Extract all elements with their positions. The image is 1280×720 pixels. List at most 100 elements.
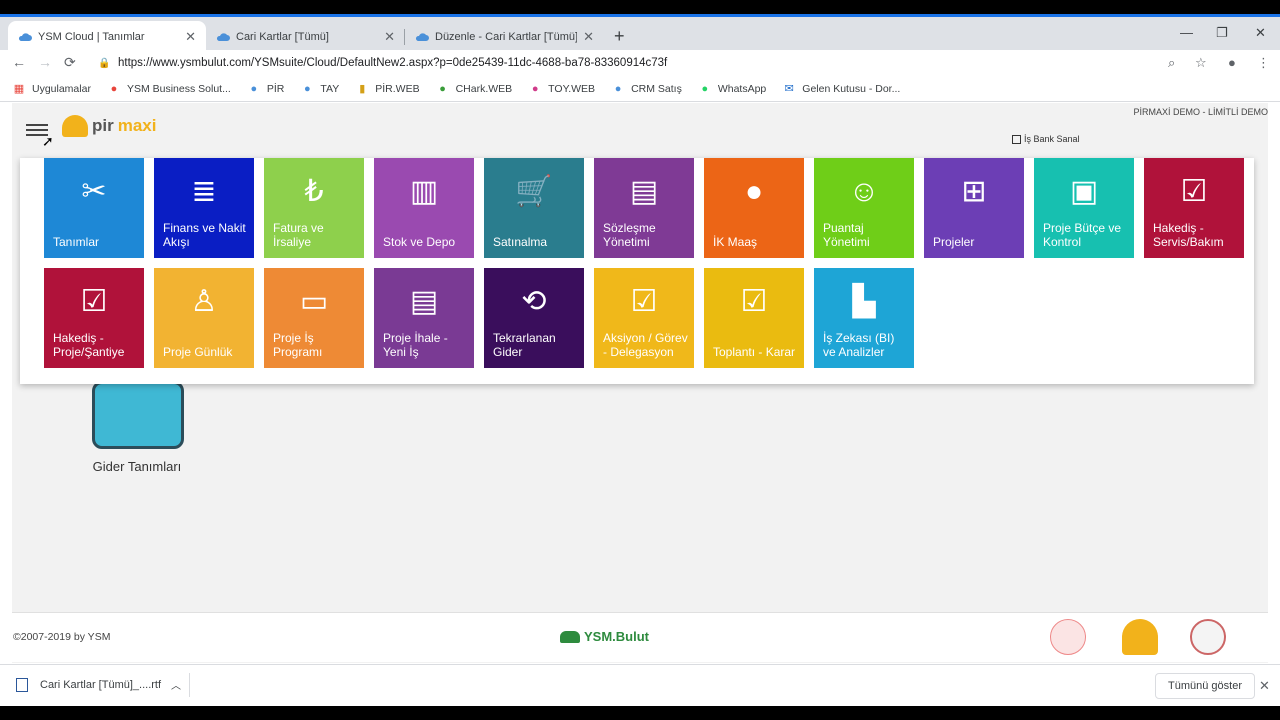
ysm-bulut-logo: YSM.Bulut	[560, 629, 649, 644]
tile-hakediş-proje-şantiye[interactable]: ☑ Hakediş - Proje/Şantiye	[44, 268, 144, 368]
download-item[interactable]: Cari Kartlar [Tümü]_....rtf ︿	[16, 677, 181, 692]
minimize-button[interactable]: —	[1180, 25, 1193, 40]
url-text: https://www.ysmbulut.com/YSMsuite/Cloud/…	[118, 57, 668, 69]
cloud-icon	[415, 30, 429, 44]
close-icon[interactable]: ✕	[583, 29, 594, 45]
kobipirin-logo	[1050, 619, 1086, 655]
tab-strip: YSM Cloud | Tanımlar ✕ Cari Kartlar [Tüm…	[0, 14, 1280, 53]
close-window-button[interactable]: ✕	[1255, 25, 1266, 41]
tab-cari-kartlar[interactable]: Cari Kartlar [Tümü] ✕	[206, 21, 405, 53]
new-tab-button[interactable]: +	[614, 27, 625, 45]
cart-icon: 🛒	[515, 175, 553, 208]
worker-icon: ♙	[190, 285, 218, 318]
pir-hardhat-logo	[1122, 619, 1158, 655]
restore-button[interactable]: ❐	[1216, 25, 1228, 41]
ysm-brand-text: YSM.Bulut	[584, 629, 649, 644]
clipboard-icon: ☑	[1180, 175, 1208, 208]
tile-sözleşme-yönetimi[interactable]: ▤ Sözleşme Yönetimi	[594, 158, 694, 258]
bookmark-item[interactable]: ● CHark.WEB	[436, 82, 513, 96]
star-icon[interactable]: ☆	[1195, 55, 1207, 71]
tile-label: Projeler	[933, 235, 975, 249]
tile-i-k-maaş[interactable]: ● İK Maaş	[704, 158, 804, 258]
bookmark-item[interactable]: ● CRM Satış	[611, 82, 682, 96]
address-bar[interactable]: 🔒 https://www.ysmbulut.com/YSMsuite/Clou…	[92, 52, 1216, 74]
bookmark-label: PİR	[266, 82, 285, 95]
bookmark-item[interactable]: ● YSM Business Solut...	[107, 82, 231, 96]
bookmark-item[interactable]: ● WhatsApp	[698, 82, 767, 96]
bookmark-label: WhatsApp	[717, 82, 767, 95]
tab-duzenle-cari-kartlar[interactable]: Düzenle - Cari Kartlar [Tümü] ✕	[405, 21, 604, 53]
bank-icon	[1012, 134, 1021, 144]
mouse-cursor-icon: ➚	[42, 133, 54, 149]
team-icon: ☺	[848, 175, 880, 208]
close-download-bar-icon[interactable]: ✕	[1259, 678, 1270, 694]
tools-icon: ✂	[81, 175, 107, 208]
module-menu-popup: ✂ Tanımlar ≣ Finans ve Nakit Akışı ₺ Fatura v…	[20, 158, 1254, 384]
tab-ysm-cloud[interactable]: YSM Cloud | Tanımlar ✕	[8, 21, 206, 53]
lock-icon: ▮	[359, 83, 366, 95]
bar-chart-icon: ▙	[852, 285, 876, 318]
tile-hakediş-servis-bakım[interactable]: ☑ Hakediş - Servis/Bakım	[1144, 158, 1244, 258]
reload-icon[interactable]: ⟳	[64, 54, 76, 71]
whatsapp-icon: ●	[701, 82, 709, 95]
hardhat-icon	[62, 115, 88, 137]
tile-label: Tekrarlanan Gider	[493, 331, 556, 359]
tile-label: Proje Günlük	[163, 345, 233, 359]
cloud-icon	[560, 630, 580, 643]
bookmark-item[interactable]: ● TAY	[300, 82, 339, 96]
cloud-icon	[216, 30, 230, 44]
tile-label: Sözleşme Yönetimi	[603, 221, 656, 249]
chevron-up-icon[interactable]: ︿	[171, 677, 181, 692]
gider-tanimlari-icon[interactable]	[92, 381, 184, 449]
tile-satınalma[interactable]: 🛒 Satınalma	[484, 158, 584, 258]
tile-proje-günlük[interactable]: ♙ Proje Günlük	[154, 268, 254, 368]
tile-tanımlar[interactable]: ✂ Tanımlar	[44, 158, 144, 258]
page-footer: ©2007-2019 by YSM YSM.Bulut	[12, 612, 1268, 662]
logo-text-pir: pir	[92, 116, 114, 135]
bookmark-label: CHark.WEB	[455, 82, 513, 95]
zoom-icon[interactable]: ⌕	[1168, 55, 1175, 71]
close-icon[interactable]: ✕	[384, 29, 395, 45]
tile-puantaj-yönetimi[interactable]: ☺ Puantaj Yönetimi	[814, 158, 914, 258]
bookmark-item[interactable]: ▮ PİR.WEB	[355, 82, 419, 96]
bookmark-item[interactable]: ● TOY.WEB	[528, 82, 595, 96]
show-all-button[interactable]: Tümünü göster	[1155, 673, 1255, 699]
tile-fatura-ve-i-rsaliye[interactable]: ₺ Fatura ve İrsaliye	[264, 158, 364, 258]
bookmark-label: Uygulamalar	[32, 82, 91, 95]
browser-window: YSM Cloud | Tanımlar ✕ Cari Kartlar [Tüm…	[0, 14, 1280, 706]
tile-stok-ve-depo[interactable]: ▥ Stok ve Depo	[374, 158, 474, 258]
kebab-menu-icon[interactable]: ⋮	[1257, 55, 1270, 71]
demo-label: PİRMAXİ DEMO - LİMİTLİ DEMO	[1133, 107, 1268, 117]
clipboard-icon: ☑	[80, 285, 108, 318]
bookmark-item[interactable]: ✉ Gelen Kutusu - Dor...	[782, 82, 901, 96]
tile-tekrarlanan-gider[interactable]: ⟲ Tekrarlanan Gider	[484, 268, 584, 368]
tile-label: Aksiyon / Görev - Delegasyon	[603, 331, 688, 359]
gider-tanimlari-label[interactable]: Gider Tanımları	[72, 459, 202, 474]
tile-aksiyon-görev-delegasyon[interactable]: ☑ Aksiyon / Görev - Delegasyon	[594, 268, 694, 368]
tile-label: Satınalma	[493, 235, 548, 249]
cloud-icon: ●	[304, 82, 311, 95]
tab-label: Düzenle - Cari Kartlar [Tümü]	[435, 31, 578, 43]
tile-proje-bütçe-ve-kontrol[interactable]: ▣ Proje Bütçe ve Kontrol	[1034, 158, 1134, 258]
tile-label: Hakediş - Proje/Şantiye	[53, 331, 125, 359]
tile-proje-i-hale-yeni-i-ş[interactable]: ▤ Proje İhale - Yeni İş	[374, 268, 474, 368]
bookmark-item[interactable]: ▦ Uygulamalar	[12, 82, 91, 96]
task-icon: ☑	[630, 285, 658, 318]
tile-finans-ve-nakit-akışı[interactable]: ≣ Finans ve Nakit Akışı	[154, 158, 254, 258]
contract-icon: ▤	[629, 175, 659, 208]
tile-toplantı-karar[interactable]: ☑ Toplantı - Karar	[704, 268, 804, 368]
tab-label: Cari Kartlar [Tümü]	[236, 31, 329, 43]
account-icon[interactable]: ●	[1228, 55, 1236, 70]
tab-label: YSM Cloud | Tanımlar	[38, 31, 145, 43]
forward-arrow-icon[interactable]: →	[38, 54, 52, 70]
close-icon[interactable]: ✕	[185, 29, 196, 45]
back-arrow-icon[interactable]: ←	[12, 54, 26, 70]
tile-projeler[interactable]: ⊞ Projeler	[924, 158, 1024, 258]
pirmaxi-logo[interactable]: pir maxi	[62, 115, 156, 137]
tile-i-ş-zekası-bi-ve-analizler[interactable]: ▙ İş Zekası (BI) ve Analizler	[814, 268, 914, 368]
bookmark-item[interactable]: ● PİR	[247, 82, 285, 96]
bookmark-label: TAY	[320, 82, 340, 95]
tile-proje-i-ş-programı[interactable]: ▭ Proje İş Programı	[264, 268, 364, 368]
leaf-icon: ●	[439, 82, 446, 95]
bank-chip[interactable]: İş Bank Sanal	[1012, 134, 1080, 144]
